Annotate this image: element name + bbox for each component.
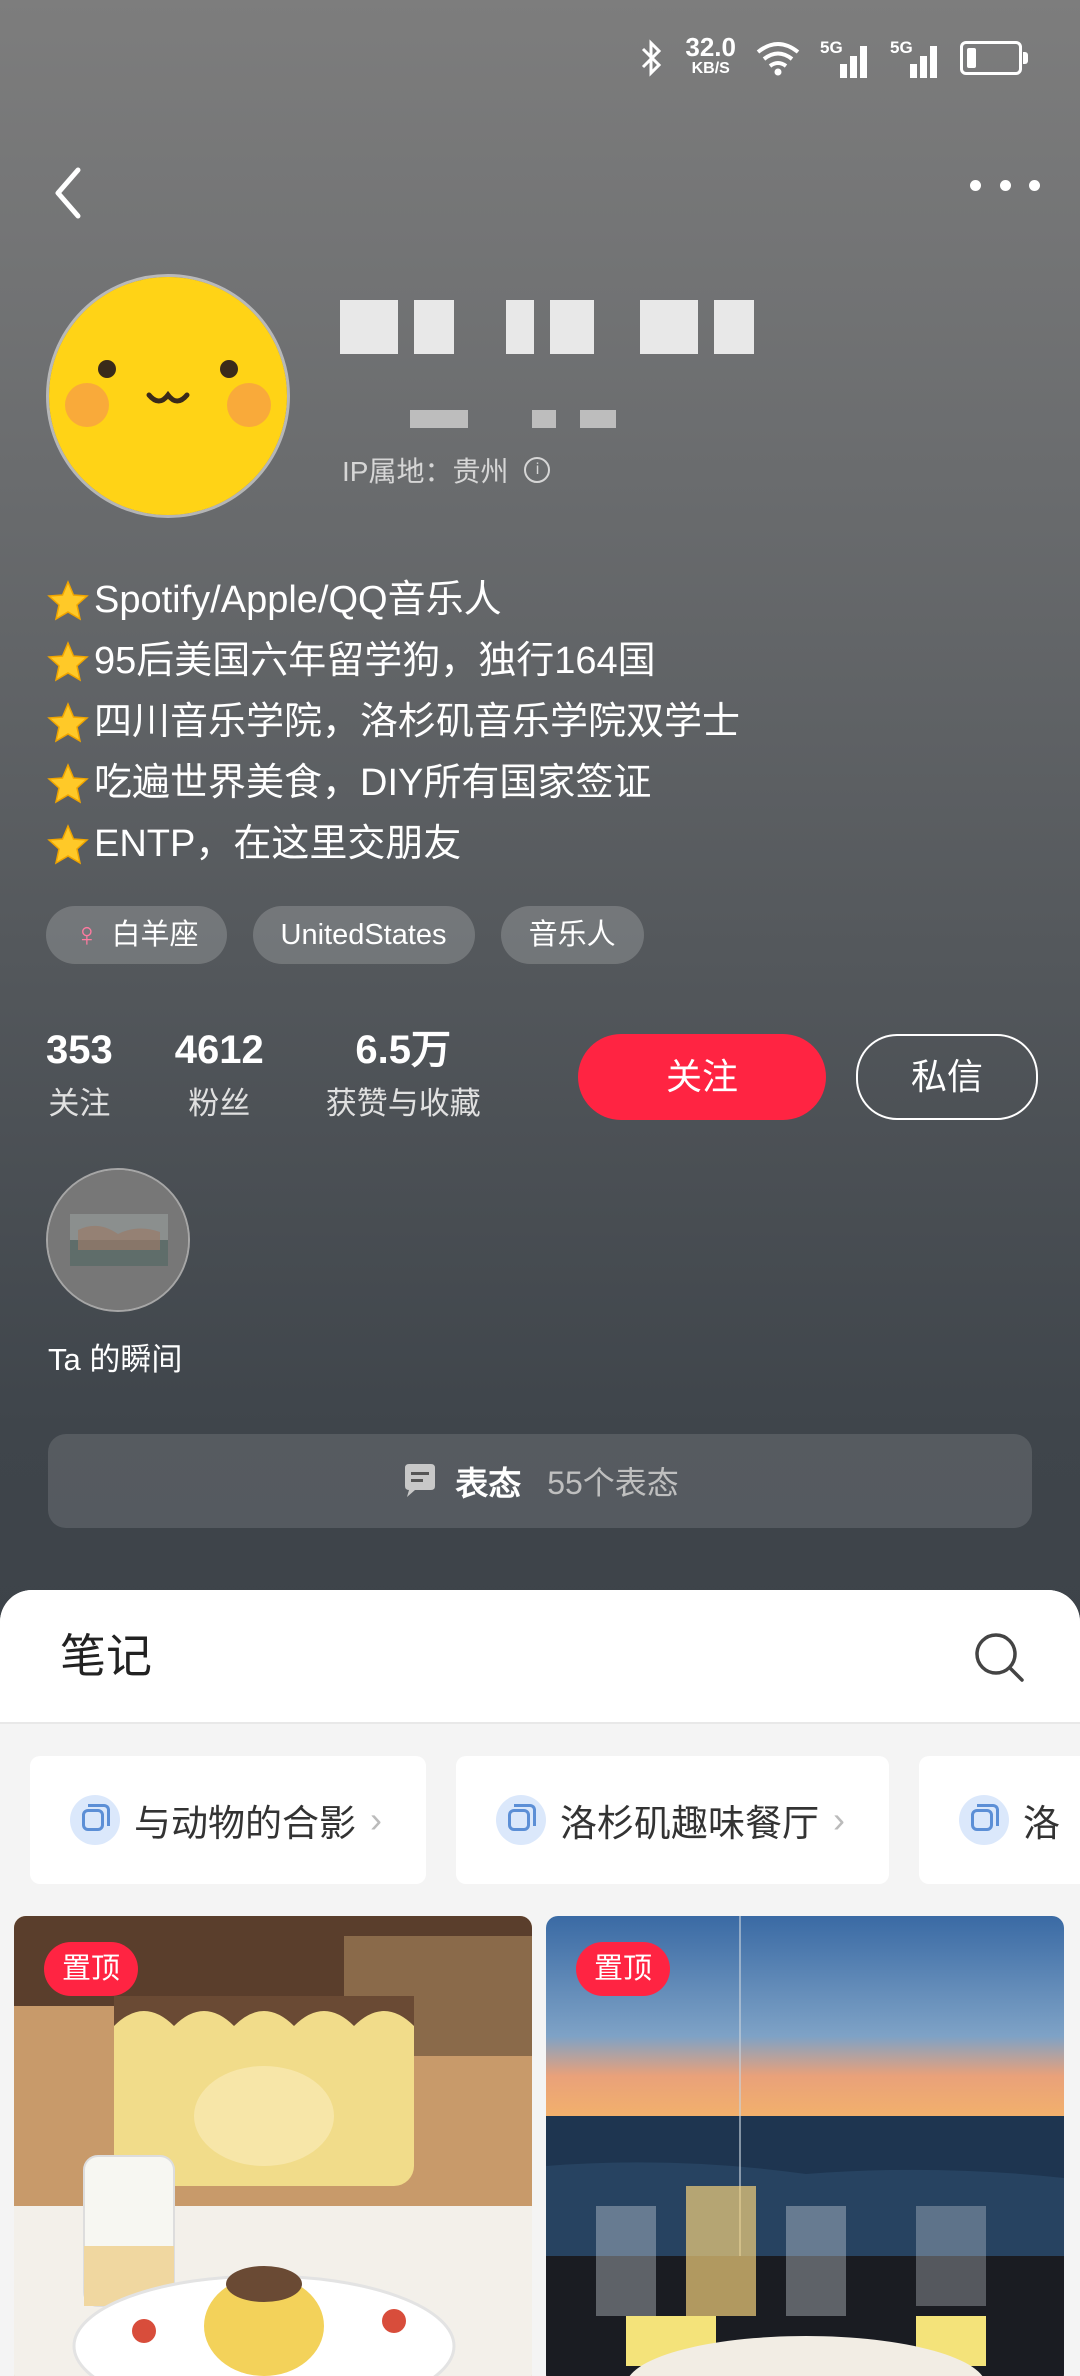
stat-value: 4612: [174, 1028, 264, 1072]
tag-label: 音乐人: [528, 919, 616, 951]
back-icon[interactable]: [46, 158, 106, 228]
follow-button[interactable]: 关注: [578, 1034, 826, 1120]
moments-label: Ta 的瞬间: [48, 1342, 183, 1377]
battery-level: [967, 48, 976, 68]
status-bar: 32.0 KB/S 5G 5G: [0, 0, 1080, 130]
collection-label: 与动物的合影: [134, 1803, 356, 1844]
moment-image: [48, 1170, 188, 1310]
collection-icon: [959, 1795, 1009, 1845]
network-speed: 32.0 KB/S: [685, 34, 736, 80]
bio: Spotify/Apple/QQ音乐人 95后美国六年留学狗，独行164国 四川…: [46, 570, 740, 875]
female-icon: ♀: [74, 916, 100, 954]
collections-row: 与动物的合影 › 洛杉矶趣味餐厅 › 洛: [30, 1756, 1080, 1884]
pinned-badge: 置顶: [44, 1942, 139, 1996]
collection-item[interactable]: 与动物的合影 ›: [30, 1756, 426, 1884]
bio-text: 吃遍世界美食，DIY所有国家签证: [94, 762, 652, 804]
moment-thumbnail[interactable]: [46, 1168, 190, 1312]
notes-header: 笔记: [0, 1590, 1080, 1724]
star-emoji-icon: [47, 823, 89, 865]
signal-sim1-icon: 5G: [820, 38, 872, 78]
speed-unit: KB/S: [691, 60, 730, 77]
tag-occupation[interactable]: 音乐人: [500, 906, 644, 964]
star-emoji-icon: [47, 762, 89, 804]
username-redacted: [340, 300, 754, 354]
note-card[interactable]: 置顶: [546, 1916, 1064, 2376]
avatar[interactable]: [46, 274, 290, 518]
more-dot: [999, 179, 1011, 191]
status-icons: 32.0 KB/S 5G 5G: [637, 34, 1028, 80]
bio-text: 95后美国六年留学狗，独行164国: [94, 640, 656, 682]
bio-text: 四川音乐学院，洛杉矶音乐学院双学士: [94, 701, 741, 743]
bio-line: 95后美国六年留学狗，独行164国: [46, 631, 740, 692]
collection-item[interactable]: 洛: [919, 1756, 1080, 1884]
signal-sim2-icon: 5G: [890, 38, 942, 78]
notes-panel: 笔记 与动物的合影 › 洛杉矶趣味餐厅 › 洛 置顶 置顶: [0, 1590, 1080, 2376]
stat-value: 353: [46, 1028, 113, 1072]
tab-notes[interactable]: 笔记: [60, 1620, 152, 1686]
avatar-face-image: [49, 277, 287, 515]
chat-bubble-icon: [405, 1464, 436, 1497]
collection-icon: [70, 1795, 120, 1845]
reactions-count: 55个表态: [547, 1465, 679, 1501]
reactions-bar[interactable]: 表态 55个表态: [48, 1434, 1032, 1528]
bio-text: ENTP，在这里交朋友: [94, 823, 462, 865]
pinned-badge: 置顶: [576, 1942, 671, 1996]
notes-grid: 置顶 置顶: [14, 1916, 1064, 2376]
profile-tags: ♀ 白羊座 UnitedStates 音乐人: [46, 906, 644, 964]
ip-location-text: IP属地：贵州: [342, 456, 509, 487]
bio-line: Spotify/Apple/QQ音乐人: [46, 570, 740, 631]
profile-screen: 32.0 KB/S 5G 5G IP属地：贵州 i Spotify/Apple/…: [0, 0, 1080, 2376]
sim1-label: 5G: [820, 38, 843, 57]
collection-item[interactable]: 洛杉矶趣味餐厅 ›: [456, 1756, 889, 1884]
tag-location[interactable]: UnitedStates: [252, 906, 475, 964]
more-dot: [970, 179, 981, 191]
chevron-right-icon: ›: [370, 1799, 382, 1840]
reactions-title: 表态: [455, 1465, 522, 1502]
collection-label: 洛杉矶趣味餐厅: [560, 1803, 819, 1844]
star-emoji-icon: [47, 640, 89, 682]
bio-text: Spotify/Apple/QQ音乐人: [94, 579, 502, 621]
more-icon[interactable]: [970, 160, 1040, 210]
tag-label: UnitedStates: [280, 919, 447, 951]
stat-following[interactable]: 353 关注: [46, 1022, 113, 1130]
stat-label: 关注: [48, 1086, 111, 1121]
user-id-redacted: [410, 410, 616, 428]
tag-zodiac[interactable]: ♀ 白羊座: [46, 906, 227, 964]
bio-line: 四川音乐学院，洛杉矶音乐学院双学士: [46, 692, 740, 753]
more-dot: [1029, 179, 1040, 191]
collection-label: 洛: [1023, 1803, 1060, 1844]
profile-stats: 353 关注 4612 粉丝 6.5万 获赞与收藏: [46, 1022, 543, 1130]
note-card[interactable]: 置顶: [14, 1916, 532, 2376]
star-emoji-icon: [47, 701, 89, 743]
stat-label: 粉丝: [188, 1086, 251, 1121]
stat-label: 获赞与收藏: [325, 1086, 481, 1121]
stat-likes[interactable]: 6.5万 获赞与收藏: [326, 1022, 481, 1130]
sim2-label: 5G: [890, 38, 913, 57]
stat-value: 6.5万: [355, 1028, 452, 1072]
bluetooth-icon: [642, 39, 662, 77]
message-button[interactable]: 私信: [856, 1034, 1038, 1120]
info-icon[interactable]: i: [524, 457, 551, 483]
wifi-icon: [756, 42, 800, 76]
chevron-right-icon: ›: [833, 1799, 845, 1840]
stat-followers[interactable]: 4612 粉丝: [175, 1022, 264, 1130]
battery-icon: [960, 41, 1028, 75]
search-icon[interactable]: [970, 1628, 1030, 1688]
bio-line: 吃遍世界美食，DIY所有国家签证: [46, 753, 740, 814]
ip-location: IP属地：贵州 i: [342, 450, 551, 490]
collection-icon: [496, 1795, 546, 1845]
tag-label: 白羊座: [111, 919, 199, 951]
star-emoji-icon: [47, 579, 89, 621]
bio-line: ENTP，在这里交朋友: [46, 814, 740, 875]
